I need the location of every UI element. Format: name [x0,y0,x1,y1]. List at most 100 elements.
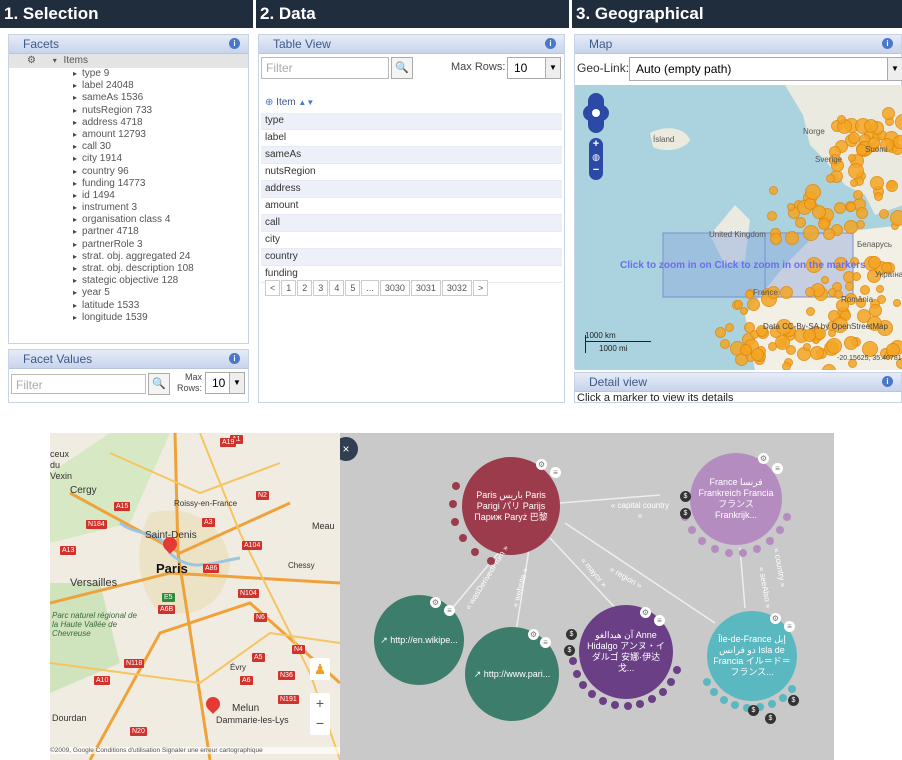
list-icon[interactable]: ≡ [550,467,561,478]
map-marker[interactable] [851,271,861,281]
facet-item[interactable]: partnerRole 3 [9,239,248,251]
zoom-out-icon[interactable]: − [310,713,330,733]
zoom-control[interactable]: + − [310,693,330,735]
map-marker[interactable] [875,285,884,294]
map-marker[interactable] [892,134,902,149]
node-handle[interactable] [572,669,581,678]
facet-values-filter-input[interactable]: Filter [11,374,146,394]
gear-icon[interactable]: ⚙ [430,597,441,608]
zoom-in-icon[interactable]: + [589,138,603,150]
node-paris[interactable]: Paris باريس Paris Parigi パリ Parijs Париж… [462,457,560,555]
facet-item[interactable]: strat. obj. aggregated 24 [9,251,248,263]
search-icon[interactable]: 🔍 [148,373,170,395]
list-icon[interactable]: ≡ [772,463,783,474]
page-button[interactable]: 3 [313,280,329,296]
map-marker[interactable] [794,217,806,229]
map-marker[interactable] [802,343,811,352]
table-row[interactable]: sameAs [261,147,562,164]
geolink-select[interactable]: Auto (empty path) ▼ [629,57,902,81]
page-button[interactable]: > [472,280,489,296]
info-icon[interactable]: i [229,353,240,364]
map-marker[interactable] [766,211,777,222]
node-handle[interactable] [765,537,774,546]
map-marker[interactable] [739,344,752,357]
map-marker[interactable] [779,285,793,299]
table-row[interactable]: label [261,130,562,147]
page-button[interactable]: 1 [281,280,297,296]
node-handle[interactable] [753,544,762,553]
node-handle[interactable] [739,548,748,557]
property-icon[interactable]: $ [788,695,799,706]
map-marker[interactable] [804,184,821,201]
map-marker[interactable] [733,299,743,309]
page-button[interactable]: 4 [329,280,345,296]
gear-icon[interactable]: ⚙ [770,613,781,624]
gear-icon[interactable]: ⚙ [640,607,651,618]
facet-item[interactable]: type 9 [9,68,248,80]
list-icon[interactable]: ≡ [540,637,551,648]
gear-icon[interactable]: ⚙ [758,453,769,464]
facet-item[interactable]: label 24048 [9,80,248,92]
settings-icon[interactable]: ⊕ [265,97,273,108]
map-marker[interactable] [836,115,846,125]
node-handle[interactable] [449,499,458,508]
page-button[interactable]: 3030 [379,280,410,296]
node-handle[interactable] [610,700,619,709]
node-handle[interactable] [724,548,733,557]
table-row[interactable]: city [261,232,562,249]
property-icon[interactable]: $ [748,705,759,716]
node-handle[interactable] [720,695,729,704]
map-marker[interactable] [825,338,842,355]
node-handle[interactable] [702,678,711,686]
property-icon[interactable]: $ [680,491,691,502]
facet-item[interactable]: country 96 [9,166,248,178]
facet-item[interactable]: organisation class 4 [9,214,248,226]
map-marker[interactable] [719,339,730,350]
gear-icon[interactable]: ⚙ [528,629,539,640]
gear-icon[interactable]: ⚙ [536,459,547,470]
list-icon[interactable]: ≡ [784,621,795,632]
list-icon[interactable]: ≡ [654,615,665,626]
table-row[interactable]: type [261,113,562,130]
facet-tree-root[interactable]: ⚙ ▾ Items [9,54,248,68]
node-handle[interactable] [666,677,675,686]
page-button[interactable]: 5 [345,280,361,296]
info-icon[interactable]: i [882,376,893,387]
facet-item[interactable]: year 5 [9,287,248,299]
map-marker[interactable] [847,154,856,163]
table-row[interactable]: country [261,249,562,266]
globe-icon[interactable]: ◍ [589,150,603,164]
page-button[interactable]: < [265,280,281,296]
node-handle[interactable] [587,689,596,698]
paris-map[interactable]: Cergy Roissy-en-France Saint-Denis Paris Che… [50,433,340,760]
zoom-out-icon[interactable]: − [589,164,603,176]
map-marker[interactable] [848,131,861,144]
property-icon[interactable]: $ [765,713,776,724]
page-button[interactable]: 3031 [410,280,441,296]
table-row[interactable]: call [261,215,562,232]
map-marker[interactable] [725,322,735,332]
map-marker[interactable] [781,361,791,370]
table-filter-input[interactable]: Filter [261,57,389,79]
pegman-icon[interactable]: ♟ [310,658,330,680]
info-icon[interactable]: i [882,38,893,49]
map-marker[interactable] [843,220,858,235]
facet-item[interactable]: latitude 1533 [9,300,248,312]
property-icon[interactable]: $ [564,645,575,656]
table-max-rows-select[interactable]: 10 ▼ [507,57,561,79]
map-marker[interactable] [889,209,902,226]
gear-icon[interactable]: ⚙ [27,55,36,66]
map-marker[interactable] [743,321,755,333]
node-france[interactable]: France فرنسا Frankreich Francia フランス Fra… [690,453,782,545]
facet-item[interactable]: longitude 1539 [9,312,248,324]
page-button[interactable]: 2 [297,280,313,296]
map-marker[interactable] [886,179,899,192]
facet-item[interactable]: partner 4718 [9,226,248,238]
map-marker[interactable] [869,175,884,190]
table-header[interactable]: ⊕ Item ▲▼ [261,95,566,111]
node-handle[interactable] [658,687,667,696]
map-marker[interactable] [785,230,800,245]
map-marker[interactable] [852,190,863,201]
facet-item[interactable]: city 1914 [9,153,248,165]
list-icon[interactable]: ≡ [444,605,455,616]
